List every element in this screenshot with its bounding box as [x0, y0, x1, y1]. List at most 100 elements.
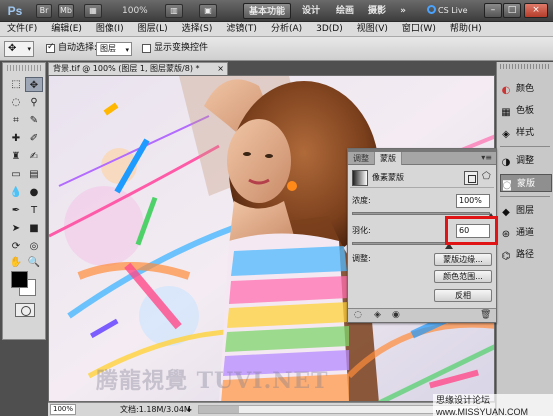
menu-view[interactable]: 视图(V) [350, 22, 395, 36]
eyedropper-tool-icon[interactable]: ✎ [25, 113, 43, 128]
workspace-painting[interactable]: 绘画 [330, 3, 360, 19]
channels-icon: ⊛ [501, 229, 511, 240]
density-slider[interactable] [352, 212, 495, 219]
dock-layers-button[interactable]: ◆ 图层 [500, 202, 552, 220]
dock-channels-button[interactable]: ⊛ 通道 [500, 224, 552, 242]
history-brush-tool-icon[interactable]: ✍ [25, 149, 43, 164]
close-button[interactable]: × [524, 3, 548, 18]
gradient-tool-icon[interactable]: ▤ [25, 167, 43, 182]
apply-mask-icon[interactable]: ◈ [374, 310, 381, 320]
dock-grip[interactable] [500, 64, 550, 69]
eraser-tool-icon[interactable]: ▭ [7, 167, 25, 182]
load-selection-icon[interactable]: ◌ [354, 310, 362, 320]
workspace-design[interactable]: 设计 [296, 3, 326, 19]
3d-rotate-tool-icon[interactable]: ⟳ [7, 239, 25, 254]
status-menu-arrow-icon[interactable]: ▸ [188, 404, 192, 416]
panel-menu-icon[interactable]: ▾≡ [481, 153, 492, 162]
tab-adjustments[interactable]: 调整 [348, 152, 374, 165]
show-transform-checkbox[interactable] [142, 44, 151, 53]
crop-tool-icon[interactable]: ⌗ [7, 113, 25, 128]
delete-mask-icon[interactable]: 🗑 [480, 310, 491, 320]
quick-selection-tool-icon[interactable]: ⚲ [25, 95, 43, 110]
menu-help[interactable]: 帮助(H) [443, 22, 489, 36]
add-pixel-mask-icon[interactable] [464, 171, 478, 185]
close-document-icon[interactable]: × [217, 63, 224, 75]
panel-dock: ◐ 颜色 ▦ 色板 ◈ 样式 ◑ 调整 ◙ 蒙版 ◆ 图层 ⊛ 通道 ⌬ 路径 [496, 62, 553, 416]
path-selection-tool-icon[interactable]: ➤ [7, 221, 25, 236]
move-tool-icon[interactable]: ✥ [25, 77, 43, 92]
invert-button[interactable]: 反相 [434, 289, 492, 302]
adjustments-icon: ◑ [501, 157, 511, 168]
minibridge-button[interactable]: Mb [58, 4, 74, 18]
shape-tool-icon[interactable]: ■ [25, 221, 43, 236]
dock-masks-label: 蒙版 [517, 179, 536, 189]
3d-orbit-tool-icon[interactable]: ◎ [25, 239, 43, 254]
dock-paths-button[interactable]: ⌬ 路径 [500, 246, 552, 264]
dock-swatches-button[interactable]: ▦ 色板 [500, 102, 552, 120]
scrollbar-thumb[interactable] [199, 406, 239, 413]
more-workspaces-button[interactable]: » [396, 3, 410, 19]
menu-analysis[interactable]: 分析(A) [264, 22, 309, 36]
menu-edit[interactable]: 编辑(E) [44, 22, 89, 36]
dock-styles-label: 样式 [516, 128, 535, 138]
density-label: 浓度: [352, 196, 371, 205]
dodge-tool-icon[interactable]: ● [25, 185, 43, 200]
auto-select-value: 图层 [100, 44, 116, 53]
document-tab[interactable]: 背景.tif @ 100% (图层 1, 图层蒙版/8) * × [48, 62, 228, 75]
dock-divider [500, 196, 550, 197]
mask-edge-button[interactable]: 蒙版边缘... [434, 253, 492, 266]
move-tool-icon: ✥ [8, 43, 17, 54]
menu-3d[interactable]: 3D(D) [309, 22, 350, 36]
screen-mode-icon[interactable]: ▣ [199, 4, 217, 18]
density-field[interactable]: 100% [456, 194, 490, 208]
auto-select-checkbox[interactable] [46, 42, 55, 53]
dock-styles-button[interactable]: ◈ 样式 [500, 124, 552, 142]
dock-channels-label: 通道 [516, 228, 535, 238]
quick-mask-mode-button[interactable] [15, 303, 35, 317]
pen-tool-icon[interactable]: ✒ [7, 203, 25, 218]
menu-image[interactable]: 图像(I) [89, 22, 131, 36]
healing-brush-tool-icon[interactable]: ✚ [7, 131, 25, 146]
tool-preset-picker[interactable]: ✥ ▾ [4, 41, 34, 57]
brush-tool-icon[interactable]: ✐ [25, 131, 43, 146]
pixel-mask-thumbnail[interactable] [352, 170, 368, 186]
mask-type-label: 像素蒙版 [372, 173, 404, 182]
clone-stamp-tool-icon[interactable]: ♜ [7, 149, 25, 164]
hand-tool-icon[interactable]: ✋ [7, 255, 25, 270]
status-zoom-field[interactable]: 100% [50, 404, 76, 415]
menu-select[interactable]: 选择(S) [175, 22, 220, 36]
marquee-tool-icon[interactable]: ⬚ [7, 77, 25, 92]
blur-tool-icon[interactable]: 💧 [7, 185, 25, 200]
lasso-tool-icon[interactable]: ◌ [7, 95, 25, 110]
color-range-button[interactable]: 颜色范围... [434, 270, 492, 283]
menu-layer[interactable]: 图层(L) [131, 22, 175, 36]
foreground-color-swatch[interactable] [11, 271, 28, 288]
minimize-button[interactable]: – [484, 3, 502, 18]
arrange-documents-icon[interactable]: ▥ [165, 4, 183, 18]
zoom-level[interactable]: 100% [122, 4, 148, 18]
add-vector-mask-icon[interactable]: ⬠ [482, 171, 491, 182]
swatches-icon: ▦ [501, 107, 511, 118]
dock-adjustments-button[interactable]: ◑ 调整 [500, 152, 552, 170]
document-size-info[interactable]: 文档:1.18M/3.04M [120, 404, 191, 415]
type-tool-icon[interactable]: T [25, 203, 43, 218]
layers-icon: ◆ [502, 207, 510, 218]
workspace-essentials[interactable]: 基本功能 [243, 3, 291, 19]
dock-masks-button[interactable]: ◙ 蒙版 [500, 174, 552, 192]
bridge-button[interactable]: Br [36, 4, 52, 18]
dock-swatches-label: 色板 [516, 106, 535, 116]
auto-select-dropdown[interactable]: 图层 ▾ [96, 42, 132, 56]
menu-window[interactable]: 窗口(W) [395, 22, 443, 36]
cs-live-button[interactable]: CS Live [427, 4, 477, 18]
menu-file[interactable]: 文件(F) [0, 22, 44, 36]
masks-icon: ◙ [502, 180, 512, 191]
tools-panel-grip[interactable] [7, 65, 41, 71]
dock-color-button[interactable]: ◐ 颜色 [500, 80, 552, 98]
tab-masks[interactable]: 蒙版 [374, 152, 402, 165]
workspace-photography[interactable]: 摄影 [362, 3, 392, 19]
toggle-mask-visibility-icon[interactable]: ◉ [392, 310, 400, 320]
view-extras-icon[interactable]: ▦ [84, 4, 102, 18]
menu-filter[interactable]: 滤镜(T) [219, 22, 264, 36]
zoom-tool-icon[interactable]: 🔍 [25, 255, 43, 270]
maximize-button[interactable]: □ [503, 3, 521, 18]
